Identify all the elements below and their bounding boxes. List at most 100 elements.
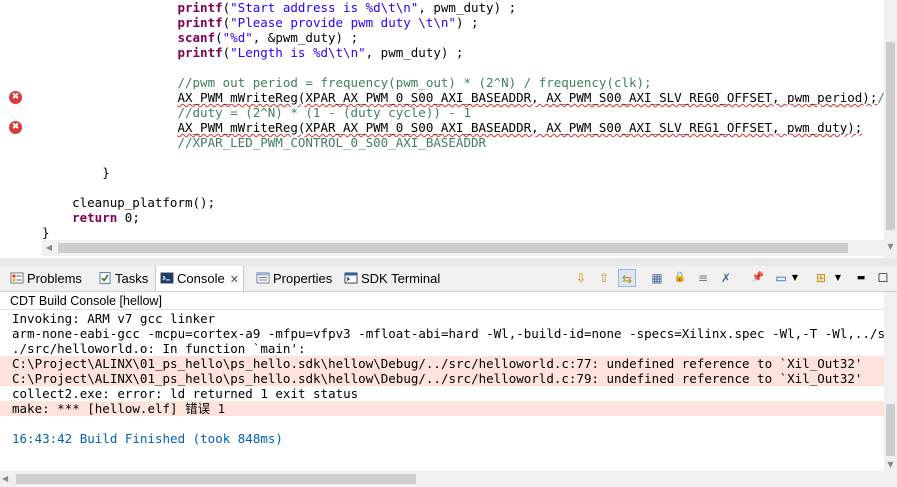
display-console-icon[interactable]: ▭: [772, 269, 790, 287]
code-line[interactable]: AX_PWM_mWriteReg(XPAR_AX_PWM_0_S00_AXI_B…: [42, 90, 884, 105]
tab-label: Properties: [273, 271, 333, 286]
tab-console[interactable]: Console ✕: [155, 266, 244, 291]
editor-horizontal-scrollbar[interactable]: ◀: [42, 240, 884, 256]
code-token: //pwm out period = frequency(pwm_out) * …: [177, 75, 652, 90]
code-token: scanf: [177, 30, 216, 45]
code-token: printf: [177, 0, 223, 15]
tasks-icon: [98, 268, 112, 284]
scroll-down-arrow-icon[interactable]: ▼: [884, 240, 897, 254]
properties-icon: [256, 268, 270, 284]
code-line[interactable]: }: [42, 225, 50, 240]
scroll-left-arrow-icon[interactable]: ◀: [42, 240, 56, 256]
code-line[interactable]: cleanup_platform();: [42, 195, 215, 210]
remove-launch-icon[interactable]: ✗: [717, 269, 735, 287]
sdk-terminal-icon: [344, 268, 358, 284]
scroll-down-arrow-icon[interactable]: ▼: [884, 460, 897, 474]
views-tab-bar: Problems Tasks Console ✕ Properties SDK T…: [0, 266, 897, 292]
minimize-icon[interactable]: ▬: [852, 269, 870, 287]
error-marker-icon[interactable]: ✖: [9, 121, 22, 134]
link-with-editor-icon[interactable]: ⇆: [618, 269, 636, 287]
code-token: "Start address is %d\t\n": [230, 0, 419, 15]
scroll-left-arrow-icon[interactable]: ◀: [2, 471, 14, 487]
code-editor[interactable]: ✖ ✖ printf("Start address is %d\t\n", pwm…: [0, 0, 897, 258]
console-output[interactable]: Invoking: ARM v7 gcc linker arm-none-eabi…: [0, 311, 884, 470]
tab-properties[interactable]: Properties: [252, 266, 336, 291]
code-token: cleanup_platform();: [42, 195, 216, 210]
code-token: printf: [177, 15, 223, 30]
console-line: ./src/helloworld.o: In function `main':: [12, 341, 306, 356]
console-error-line: make: *** [hellow.elf] 错误 1: [0, 401, 884, 416]
editor-horizontal-scroll-thumb[interactable]: [58, 243, 848, 253]
code-line[interactable]: }: [42, 165, 110, 180]
code-token: , pwm_duty) ;: [418, 0, 517, 15]
scroll-lock-icon[interactable]: 🔒: [671, 269, 689, 287]
next-error-icon[interactable]: ⇩: [572, 269, 590, 287]
close-tab-icon[interactable]: ✕: [230, 274, 239, 286]
console-vertical-scroll-thumb[interactable]: [886, 404, 895, 456]
code-line[interactable]: printf("Please provide pwm duty \t\n") ;: [42, 15, 479, 30]
code-token: return: [72, 210, 118, 225]
tab-label: Console: [177, 271, 225, 286]
code-token: , pwm_duty) ;: [365, 45, 464, 60]
code-line[interactable]: printf("Length is %d\t\n", pwm_duty) ;: [42, 45, 463, 60]
problems-icon: [10, 268, 24, 284]
code-line[interactable]: return 0;: [42, 210, 140, 225]
code-token: }: [42, 225, 50, 240]
code-token: , &pwm_duty) ;: [252, 30, 359, 45]
code-token: }: [42, 165, 110, 180]
tab-label: SDK Terminal: [361, 271, 441, 286]
build-finished-line: 16:43:42 Build Finished (took 848ms): [12, 431, 283, 446]
code-token: ) ;: [455, 15, 479, 30]
code-token: (: [215, 30, 223, 45]
console-horizontal-scrollbar[interactable]: ◀: [0, 471, 884, 487]
code-line[interactable]: scanf("%d", &pwm_duty) ;: [42, 30, 358, 45]
open-console-icon[interactable]: ⊞: [812, 269, 830, 287]
code-line[interactable]: //pwm out period = frequency(pwm_out) * …: [42, 75, 652, 90]
word-wrap-icon[interactable]: ≡: [694, 269, 712, 287]
maximize-icon[interactable]: ☐: [874, 269, 892, 287]
pin-console-icon[interactable]: 📌: [749, 269, 767, 287]
editor-gutter: ✖ ✖: [0, 0, 40, 240]
code-line[interactable]: //duty = (2^N) * (1 - (duty cycle)) - 1: [42, 105, 471, 120]
display-console-dropdown-icon[interactable]: ▼: [790, 269, 800, 287]
code-token: 0;: [117, 210, 140, 225]
editor-vertical-scrollbar[interactable]: ▼: [884, 0, 897, 258]
code-token: "Please provide pwm duty \t\n": [230, 15, 456, 30]
clear-console-icon[interactable]: ▦: [648, 269, 666, 287]
console-line: arm-none-eabi-gcc -mcpu=cortex-a9 -mfpu=…: [12, 326, 884, 341]
editor-vertical-scroll-thumb[interactable]: [886, 42, 895, 230]
code-token: "%d": [222, 30, 253, 45]
code-line[interactable]: //XPAR_LED_PWM_CONTROL_0_S00_AXI_BASEADD…: [42, 135, 486, 150]
error-marker-icon[interactable]: ✖: [9, 91, 22, 104]
console-title: CDT Build Console [hellow]: [0, 292, 897, 310]
console-horizontal-scroll-thumb[interactable]: [16, 474, 416, 484]
console-vertical-scrollbar[interactable]: ▼: [884, 292, 897, 487]
code-token: //duty = (2^N) * (1 - (duty cycle)) - 1: [177, 105, 471, 120]
code-token: //200hz: [877, 90, 884, 105]
tab-label: Problems: [27, 271, 82, 286]
console-line: Invoking: ARM v7 gcc linker: [12, 311, 216, 326]
tab-sdk-terminal[interactable]: SDK Terminal: [340, 266, 444, 291]
code-error-token: AX_PWM_mWriteReg(XPAR_AX_PWM_0_S00_AXI_B…: [177, 90, 878, 105]
code-token: "Length is %d\t\n": [230, 45, 366, 60]
previous-error-icon[interactable]: ⇧: [595, 269, 613, 287]
view-menu-icon[interactable]: ▼: [833, 269, 843, 287]
code-area[interactable]: printf("Start address is %d\t\n", pwm_du…: [42, 0, 884, 240]
tab-problems[interactable]: Problems: [6, 266, 86, 291]
tab-tasks[interactable]: Tasks: [94, 266, 152, 291]
code-line[interactable]: printf("Start address is %d\t\n", pwm_du…: [42, 0, 516, 15]
tab-label: Tasks: [115, 271, 149, 286]
console-icon: [160, 268, 174, 284]
view-splitter[interactable]: [0, 258, 897, 266]
code-line[interactable]: AX_PWM_mWriteReg(XPAR_AX_PWM_0_S00_AXI_B…: [42, 120, 862, 135]
